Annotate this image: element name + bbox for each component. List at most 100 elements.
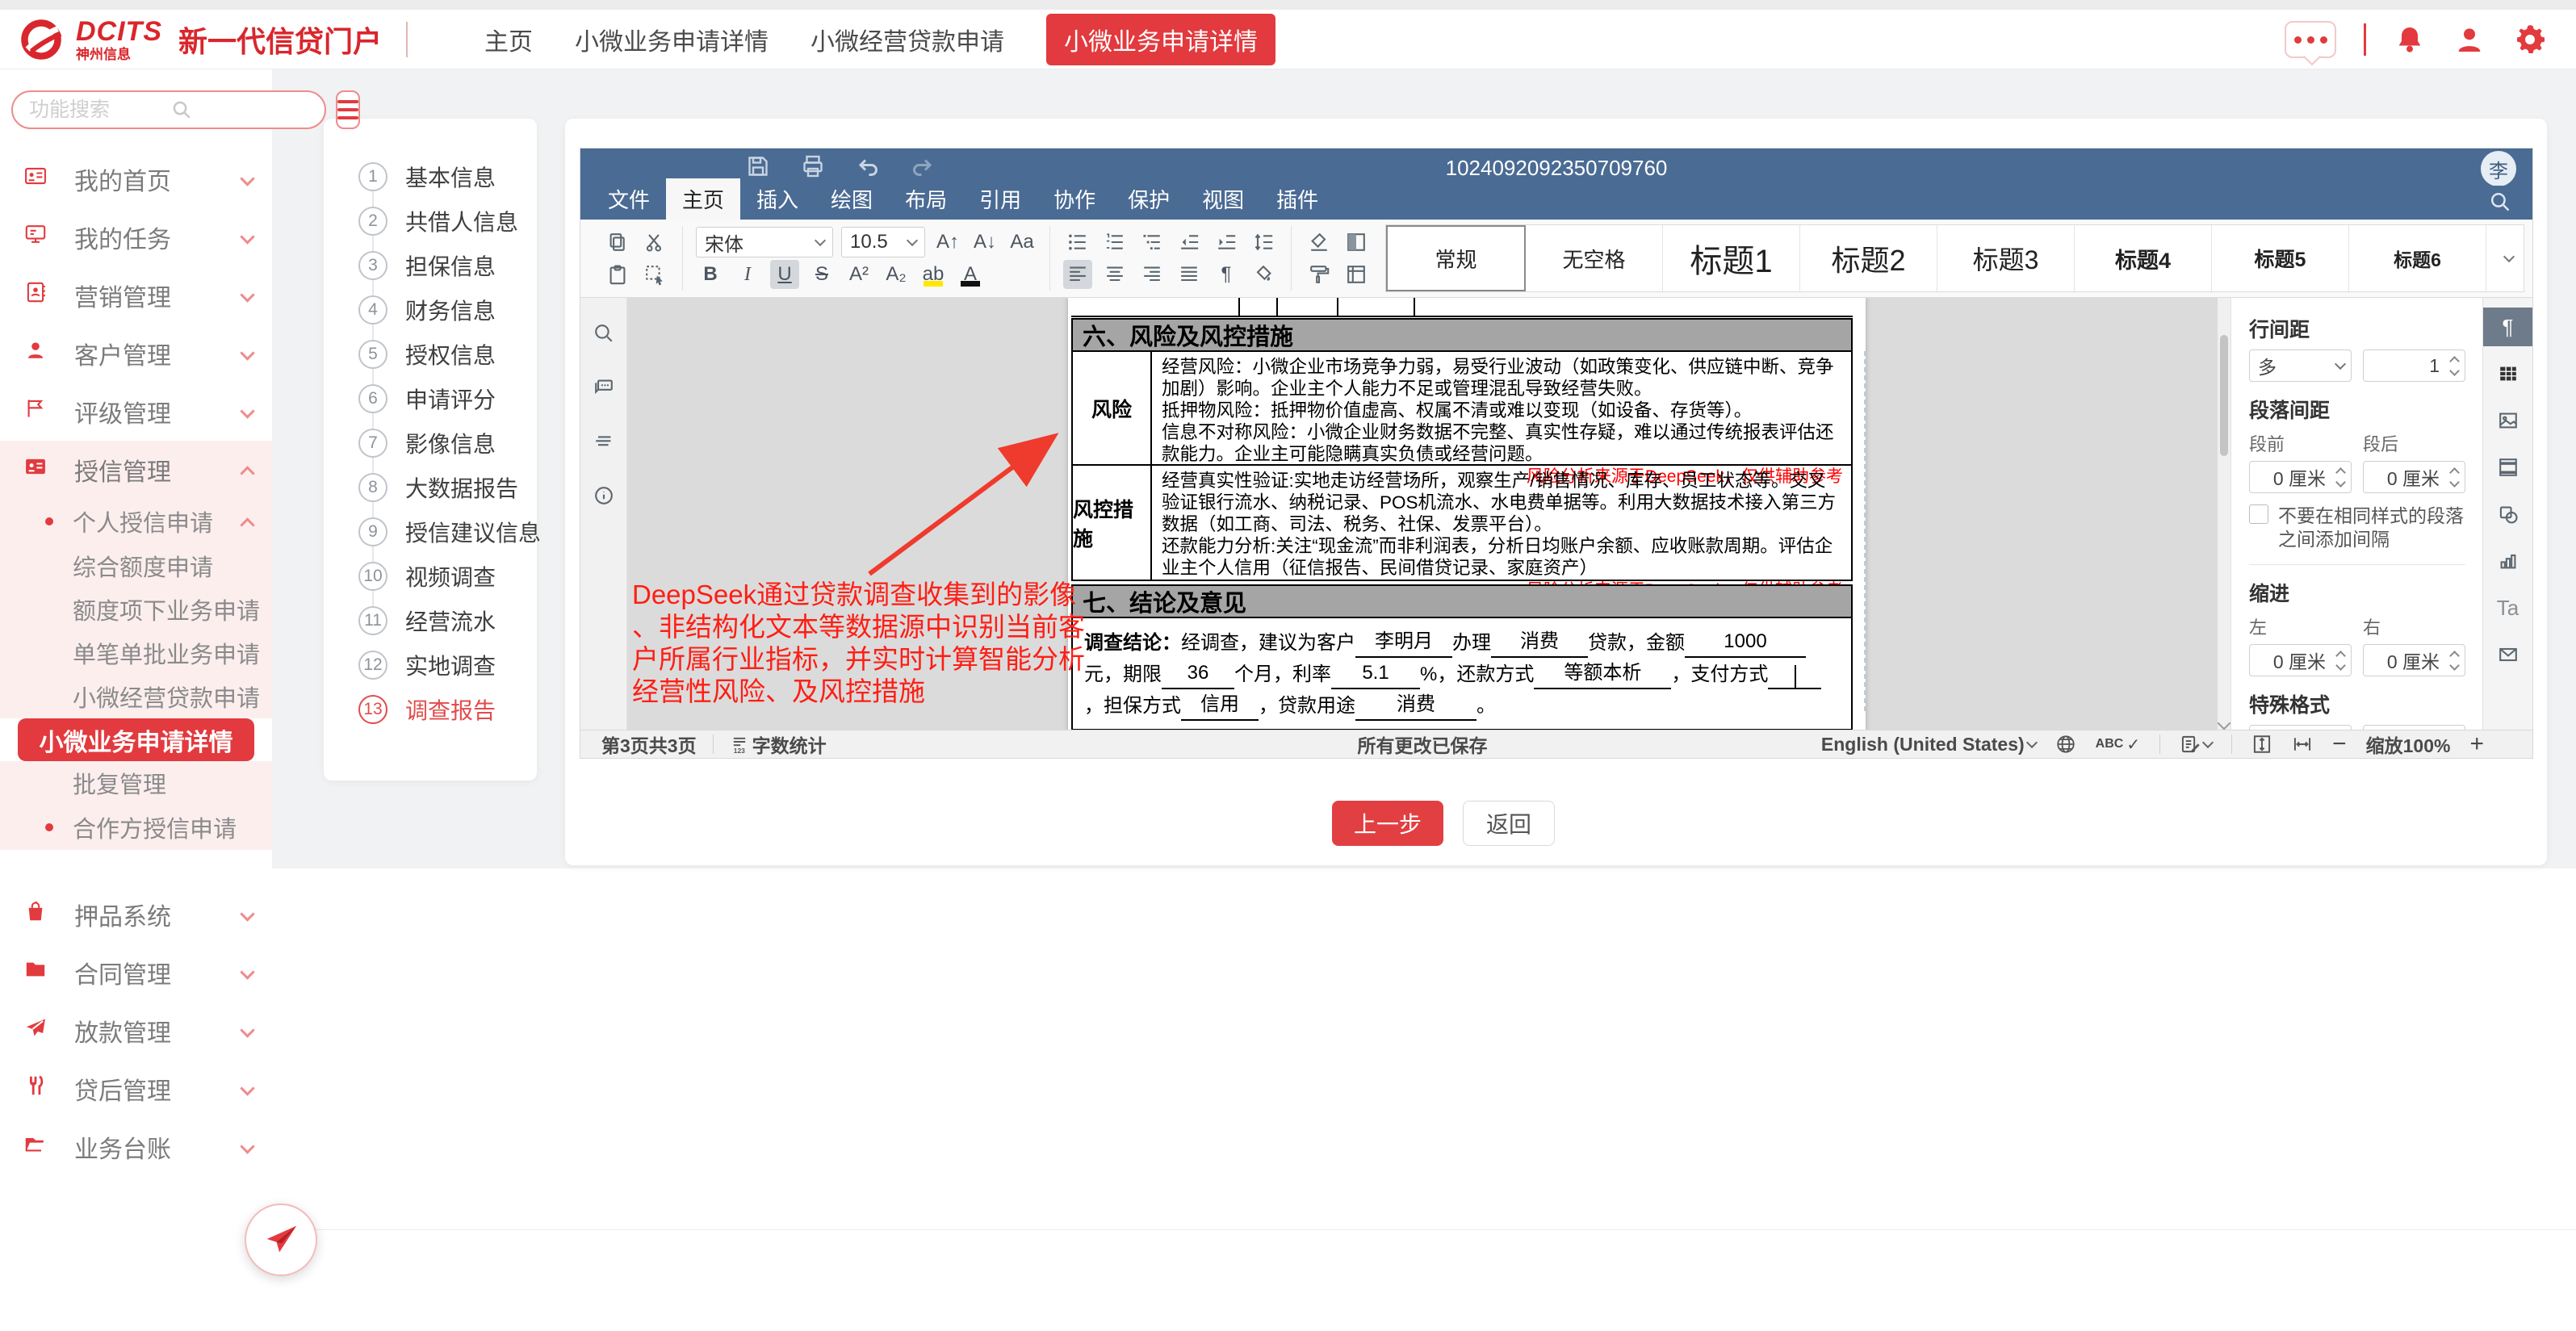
- paragraph-style[interactable]: 标题1: [1663, 225, 1800, 291]
- multilevel-list-icon[interactable]: [1137, 228, 1167, 257]
- conclusion-blank[interactable]: [1768, 667, 1821, 689]
- spellcheck-icon[interactable]: ABC✓: [2096, 735, 2140, 755]
- user-icon[interactable]: [2453, 23, 2486, 56]
- step-item[interactable]: 13 调查报告: [324, 687, 537, 731]
- search-icon[interactable]: [593, 322, 615, 349]
- zoom-in-button[interactable]: +: [2469, 730, 2484, 758]
- sidebar-item-综合额度申请[interactable]: 综合额度申请: [0, 544, 272, 588]
- step-item[interactable]: 2 共借人信息: [324, 199, 537, 243]
- step-item[interactable]: 10 视频调查: [324, 554, 537, 598]
- gear-icon[interactable]: [2513, 23, 2547, 57]
- align-right-icon[interactable]: [1137, 260, 1167, 289]
- textart-panel-icon[interactable]: Ta: [2483, 588, 2533, 627]
- previous-step-button[interactable]: 上一步: [1332, 801, 1443, 846]
- cut-icon[interactable]: [640, 228, 669, 257]
- messages-bubble-icon[interactable]: [2285, 21, 2336, 58]
- comments-icon[interactable]: [593, 376, 615, 403]
- conclusion-blank[interactable]: 消费: [1355, 689, 1476, 721]
- highlight-color-icon[interactable]: ab: [919, 260, 948, 289]
- conclusion-blank[interactable]: 消费: [1491, 626, 1588, 658]
- paragraph-style[interactable]: 常规: [1386, 225, 1526, 291]
- paragraph-shading-icon[interactable]: [1249, 260, 1278, 289]
- sidebar-item-营销管理[interactable]: 营销管理: [0, 266, 272, 324]
- sidebar-item-小微业务申请详情[interactable]: 小微业务申请详情: [18, 718, 254, 761]
- align-center-icon[interactable]: [1100, 260, 1129, 289]
- zoom-out-button[interactable]: −: [2332, 730, 2347, 758]
- font-down-icon[interactable]: A↓: [970, 228, 999, 257]
- font-size-select[interactable]: 10.5: [841, 227, 925, 257]
- function-search-input[interactable]: [11, 90, 326, 129]
- document-canvas[interactable]: 六、风险及风控措施 风险 经营风险：小微企业市场竞争力弱，易受行业波动（如政策变…: [627, 298, 2218, 731]
- paragraph-style[interactable]: 无空格: [1526, 225, 1663, 291]
- document-page[interactable]: 六、风险及风控措施 风险 经营风险：小微企业市场竞争力弱，易受行业波动（如政策变…: [1068, 298, 1866, 731]
- conclusion-blank[interactable]: 5.1: [1331, 658, 1420, 689]
- paste-icon[interactable]: [603, 260, 632, 289]
- italic-icon[interactable]: I: [733, 260, 762, 289]
- headings-icon[interactable]: [593, 430, 615, 457]
- paragraph-style[interactable]: 标题3: [1937, 225, 2075, 291]
- top-nav-tab[interactable]: 小微经营贷款申请: [810, 22, 1004, 57]
- collapse-menu-button[interactable]: [336, 90, 360, 129]
- scrollbar-down-icon[interactable]: [2218, 717, 2231, 730]
- sidebar-item-客户管理[interactable]: 客户管理: [0, 324, 272, 383]
- font-name-select[interactable]: 宋体: [696, 227, 833, 257]
- nonprinting-marks-icon[interactable]: ¶: [1212, 260, 1241, 289]
- set-language-globe-icon[interactable]: [2055, 734, 2076, 755]
- sidebar-item-我的首页[interactable]: 我的首页: [0, 150, 272, 208]
- font-color-icon[interactable]: A: [956, 260, 985, 289]
- font-up-icon[interactable]: A↑: [933, 228, 962, 257]
- page-indicator[interactable]: 第3页共3页: [601, 730, 697, 758]
- zoom-level[interactable]: 缩放100%: [2366, 730, 2451, 758]
- paragraph-style[interactable]: 标题2: [1800, 225, 1937, 291]
- paragraph-style[interactable]: 标题5: [2212, 225, 2349, 291]
- top-nav-tab[interactable]: 小微业务申请详情: [575, 22, 769, 57]
- format-painter-icon[interactable]: [1305, 260, 1334, 289]
- step-item[interactable]: 12 实地调查: [324, 642, 537, 687]
- sidebar-item-额度项下业务申请[interactable]: 额度项下业务申请: [0, 588, 272, 631]
- spacing-after-stepper[interactable]: 0 厘米: [2363, 461, 2465, 493]
- clear-style-icon[interactable]: [1305, 228, 1334, 257]
- indent-right-stepper[interactable]: 0 厘米: [2363, 644, 2465, 676]
- strikethrough-icon[interactable]: S: [807, 260, 836, 289]
- same-style-checkbox[interactable]: [2249, 504, 2268, 524]
- bullet-list-icon[interactable]: [1063, 228, 1092, 257]
- style-gallery-more-button[interactable]: [2486, 225, 2524, 291]
- step-item[interactable]: 4 财务信息: [324, 287, 537, 332]
- fit-page-icon[interactable]: [2251, 734, 2272, 755]
- floating-assistant-button[interactable]: [245, 1203, 317, 1276]
- conclusion-blank[interactable]: 李明月: [1355, 626, 1452, 658]
- sidebar-item-我的任务[interactable]: 我的任务: [0, 208, 272, 266]
- mailmerge-panel-icon[interactable]: [2483, 635, 2533, 674]
- image-panel-icon[interactable]: [2483, 401, 2533, 440]
- editor-menu-tab[interactable]: 插件: [1260, 178, 1334, 220]
- word-count-button[interactable]: 123 字数统计: [730, 730, 827, 758]
- collaborator-avatar[interactable]: 李: [2481, 151, 2516, 186]
- bell-icon[interactable]: [2394, 23, 2426, 56]
- align-left-icon[interactable]: [1063, 260, 1092, 289]
- step-item[interactable]: 11 经营流水: [324, 598, 537, 642]
- sidebar-item-评级管理[interactable]: 评级管理: [0, 383, 272, 441]
- decrease-indent-icon[interactable]: [1175, 228, 1204, 257]
- step-item[interactable]: 5 授权信息: [324, 332, 537, 376]
- editor-search-icon[interactable]: [2489, 190, 2511, 217]
- subscript-icon[interactable]: A₂: [882, 260, 911, 289]
- sidebar-item-贷后管理[interactable]: 贷后管理: [0, 1060, 272, 1118]
- sidebar-item-业务台账[interactable]: 业务台账: [0, 1118, 272, 1176]
- table-panel-icon[interactable]: [2483, 354, 2533, 393]
- conclusion-blank[interactable]: 1000: [1685, 626, 1806, 658]
- editor-menu-tab[interactable]: 主页: [666, 178, 740, 220]
- underline-icon[interactable]: U: [770, 260, 799, 289]
- fit-width-icon[interactable]: [2292, 734, 2313, 755]
- bold-icon[interactable]: B: [696, 260, 725, 289]
- shading-icon[interactable]: [1342, 228, 1371, 257]
- step-item[interactable]: 3 担保信息: [324, 243, 537, 287]
- editor-menu-tab[interactable]: 视图: [1186, 178, 1260, 220]
- line-spacing-select[interactable]: 多: [2249, 349, 2352, 382]
- copy-icon[interactable]: [603, 228, 632, 257]
- conclusion-blank[interactable]: 等额本析: [1534, 658, 1671, 689]
- select-icon[interactable]: [640, 260, 669, 289]
- info-icon[interactable]: [593, 484, 615, 511]
- step-item[interactable]: 1 基本信息: [324, 154, 537, 199]
- increase-indent-icon[interactable]: [1212, 228, 1241, 257]
- sidebar-item-押品系统[interactable]: 押品系统: [0, 885, 272, 944]
